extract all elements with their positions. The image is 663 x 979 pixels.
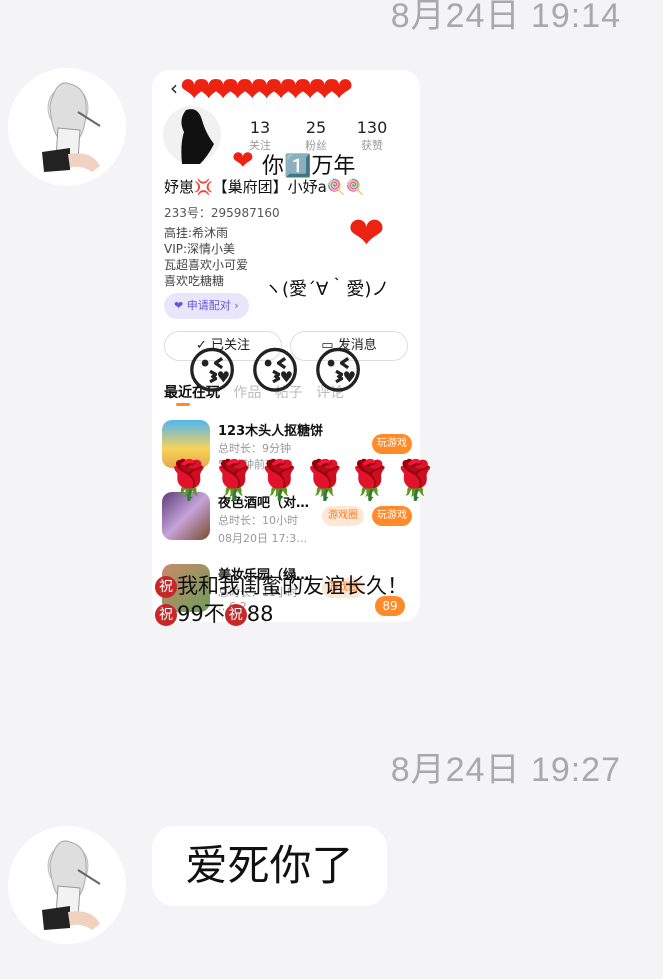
profile-avatar — [163, 106, 221, 164]
game-circle-button[interactable]: 游戏圈 — [322, 506, 364, 526]
message-timestamp-2: 8月24日 19:27 — [390, 751, 621, 789]
zhu-badge-icon: 祝 — [224, 604, 247, 626]
friendship-sticker-text-2: 祝 99不祝 88 — [155, 598, 273, 628]
profile-uid: 233号：295987160 — [164, 206, 280, 220]
forever-sticker-text: 你1️⃣万年 — [262, 154, 356, 179]
message-bubble[interactable]: 爱死你了 — [152, 826, 387, 906]
play-game-badge[interactable]: 89 — [375, 596, 405, 616]
play-game-button[interactable]: 玩游戏 — [372, 506, 412, 526]
apply-pair-button[interactable]: ❤ 申请配对 › — [164, 293, 249, 319]
sender-avatar[interactable] — [8, 826, 126, 944]
heart-sticker-icon: ❤ — [232, 146, 254, 176]
message-timestamp-1: 8月24日 19:14 — [390, 0, 621, 35]
bio-line: VIP:深情小美 — [164, 242, 236, 256]
bio-line: 高挂:希沐雨 — [164, 226, 229, 240]
zhu-badge-icon: 祝 — [155, 576, 177, 598]
roses-sticker: 🌹🌹🌹🌹🌹🌹 — [165, 458, 439, 502]
anime-girl-avatar-icon — [42, 82, 101, 172]
chevron-right-icon: › — [234, 299, 239, 312]
heart-icon: ❤ — [174, 299, 184, 312]
hearts-sticker: ❤❤❤❤❤❤❤❤❤❤❤ — [180, 70, 353, 110]
bio-line: 瓦超喜欢小可爱 — [164, 258, 249, 272]
kaomoji-sticker: ヽ(愛´∀｀愛)ノ — [264, 279, 390, 300]
zhu-badge-icon: 祝 — [155, 604, 177, 626]
kiss-face-icon: 😘 — [249, 342, 302, 400]
kiss-face-icon: 😘 — [312, 342, 365, 400]
anime-girl-avatar-icon — [42, 840, 101, 930]
kiss-face-icon: 😘 — [186, 342, 239, 400]
sender-avatar[interactable] — [8, 68, 126, 186]
back-icon[interactable]: ‹ — [170, 76, 178, 100]
stat-likes[interactable]: 130 获赞 — [352, 118, 392, 153]
big-heart-sticker-icon: ❤ — [348, 208, 385, 259]
friendship-sticker-text: 祝我和我闺蜜的友谊长久！ — [155, 570, 408, 600]
play-game-button[interactable]: 玩游戏 — [372, 434, 412, 454]
bio-line: 喜欢吃糖糖 — [164, 274, 225, 288]
